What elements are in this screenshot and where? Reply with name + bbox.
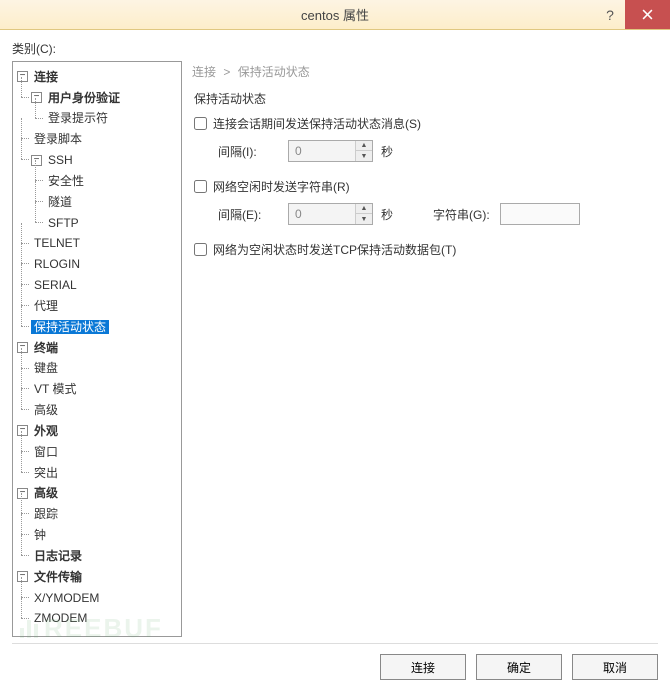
toggle-icon[interactable]: −	[17, 571, 28, 582]
interval-i-input[interactable]	[289, 141, 355, 161]
tree-advanced2[interactable]: 高级	[31, 486, 61, 500]
tree-user-auth[interactable]: 用户身份验证	[45, 91, 123, 105]
button-bar: 连接 确定 取消	[12, 643, 658, 680]
breadcrumb-item: 连接	[192, 65, 216, 79]
spin-down-icon[interactable]: ▼	[356, 214, 372, 224]
toggle-icon[interactable]: −	[17, 425, 28, 436]
tree-connection[interactable]: 连接	[31, 70, 61, 84]
close-button[interactable]	[625, 0, 670, 29]
breadcrumb: 连接 > 保持活动状态	[192, 61, 658, 90]
tree-tunnel[interactable]: 隧道	[45, 195, 75, 209]
checkbox-session-keepalive[interactable]	[194, 117, 207, 130]
tree-highlight[interactable]: 突出	[31, 466, 61, 480]
tree-terminal[interactable]: 终端	[31, 341, 61, 355]
interval-i-spinner[interactable]: ▲ ▼	[288, 140, 373, 162]
titlebar: centos 属性 ?	[0, 0, 670, 30]
tree-logging[interactable]: 日志记录	[31, 549, 85, 563]
tree-telnet[interactable]: TELNET	[31, 236, 83, 250]
ok-button[interactable]: 确定	[476, 654, 562, 680]
window-title: centos 属性	[301, 5, 369, 24]
interval-e-input[interactable]	[289, 204, 355, 224]
interval-e-spinner[interactable]: ▲ ▼	[288, 203, 373, 225]
group-title: 保持活动状态	[194, 90, 658, 107]
category-tree[interactable]: −连接 −用户身份验证 登录提示符 登录脚本 −SSH 安全性 隧道 SFTP	[12, 61, 182, 637]
tree-keyboard[interactable]: 键盘	[31, 361, 61, 375]
spin-down-icon[interactable]: ▼	[356, 151, 372, 161]
tree-proxy[interactable]: 代理	[31, 299, 61, 313]
checkbox-tcp-keepalive[interactable]	[194, 243, 207, 256]
tree-login-script[interactable]: 登录脚本	[31, 132, 85, 146]
tree-filetransfer[interactable]: 文件传输	[31, 570, 85, 584]
tree-bell[interactable]: 钟	[31, 528, 49, 542]
label-session-keepalive: 连接会话期间发送保持活动状态消息(S)	[213, 115, 421, 132]
breadcrumb-sep: >	[223, 65, 230, 79]
tree-window[interactable]: 窗口	[31, 445, 61, 459]
tree-rlogin[interactable]: RLOGIN	[31, 257, 83, 271]
toggle-icon[interactable]: −	[31, 92, 42, 103]
label-charstr: 字符串(G):	[433, 206, 490, 223]
tree-appearance[interactable]: 外观	[31, 424, 61, 438]
label-tcp-keepalive: 网络为空闲状态时发送TCP保持活动数据包(T)	[213, 241, 456, 258]
close-icon	[642, 9, 653, 20]
toggle-icon[interactable]: −	[31, 155, 42, 166]
charstr-input[interactable]	[500, 203, 580, 225]
tree-login-prompt[interactable]: 登录提示符	[45, 111, 111, 125]
content-panel: 连接 > 保持活动状态 保持活动状态 连接会话期间发送保持活动状态消息(S) 间…	[192, 61, 658, 637]
tree-xymodem[interactable]: X/YMODEM	[31, 591, 102, 605]
unit-sec: 秒	[381, 206, 393, 223]
spin-up-icon[interactable]: ▲	[356, 204, 372, 214]
tree-serial[interactable]: SERIAL	[31, 278, 80, 292]
tree-ssh[interactable]: SSH	[45, 153, 76, 167]
spin-up-icon[interactable]: ▲	[356, 141, 372, 151]
category-label: 类别(C):	[12, 40, 658, 57]
tree-sftp[interactable]: SFTP	[45, 216, 82, 230]
toggle-icon[interactable]: −	[17, 488, 28, 499]
unit-sec: 秒	[381, 143, 393, 160]
tree-zmodem[interactable]: ZMODEM	[31, 611, 90, 625]
label-idle-string: 网络空闲时发送字符串(R)	[213, 178, 350, 195]
help-button[interactable]: ?	[595, 0, 625, 29]
tree-keepalive[interactable]: 保持活动状态	[31, 320, 109, 334]
connect-button[interactable]: 连接	[380, 654, 466, 680]
toggle-icon[interactable]: −	[17, 342, 28, 353]
tree-vtmode[interactable]: VT 模式	[31, 382, 79, 396]
tree-security[interactable]: 安全性	[45, 174, 87, 188]
breadcrumb-item: 保持活动状态	[238, 65, 310, 79]
tree-advanced[interactable]: 高级	[31, 403, 61, 417]
label-interval-i: 间隔(I):	[218, 143, 288, 160]
cancel-button[interactable]: 取消	[572, 654, 658, 680]
titlebar-buttons: ?	[595, 0, 670, 29]
checkbox-idle-string[interactable]	[194, 180, 207, 193]
label-interval-e: 间隔(E):	[218, 206, 288, 223]
toggle-icon[interactable]: −	[17, 71, 28, 82]
tree-trace[interactable]: 跟踪	[31, 507, 61, 521]
